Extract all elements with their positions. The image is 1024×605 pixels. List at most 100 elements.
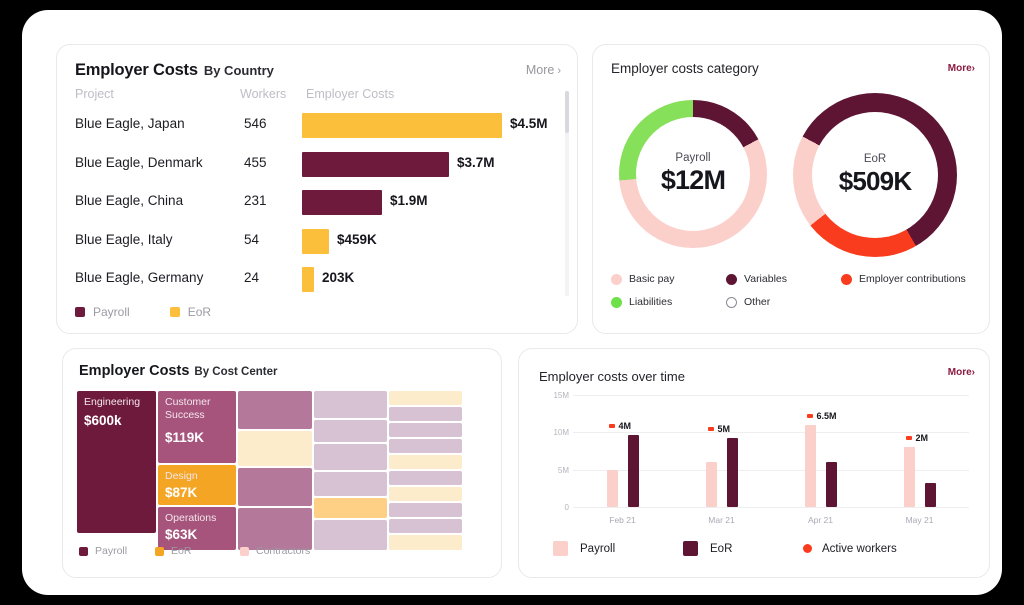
legend-item: EoR [155,545,240,557]
legend-swatch [79,546,88,556]
row-amount: $3.7M [457,154,495,170]
bar-payroll[interactable] [606,469,618,507]
card-subtitle: By Country [203,63,274,78]
treemap-tile[interactable] [389,455,462,469]
table-row[interactable]: Blue Eagle, Germany 24 203K [57,261,577,299]
legend-label: Employer contributions [859,273,966,285]
treemap-tile[interactable] [389,423,462,437]
tile-value: $63K [165,527,198,542]
tile-name: Customer Success [165,396,211,421]
bar-eor[interactable] [924,483,936,507]
donut-value: $12M [660,165,726,195]
active-workers-marker-icon [608,423,615,428]
legend-dot [726,296,737,308]
treemap-tile[interactable] [389,535,462,550]
treemap-tile[interactable] [314,420,387,442]
data-annotation: 6.5M [806,411,837,421]
data-label: 4M [618,420,632,431]
legend-category: Basic pay Variables Employer contributio… [611,273,976,319]
page-title: Employer Costs [75,61,198,79]
active-workers-marker-icon [905,436,912,441]
table-row[interactable]: Blue Eagle, Denmark 455 $3.7M [57,146,577,184]
table-row[interactable]: Blue Eagle, China 231 $1.9M [57,184,577,222]
treemap-tile[interactable] [238,391,312,429]
treemap-chart: Engineering $600k Customer Success $119K… [77,391,489,550]
treemap-tile[interactable] [389,471,462,485]
treemap-tile[interactable] [389,503,462,517]
legend-item: Payroll [75,305,130,319]
row-project: Blue Eagle, Germany [75,270,204,285]
data-annotation: 2M [905,433,928,443]
legend-label: Payroll [580,542,616,555]
legend-item: Contractors [240,545,310,557]
row-workers: 24 [244,270,260,285]
bar-payroll[interactable] [804,424,816,507]
legend-row: Liabilities Other [611,296,976,308]
card-subtitle: By Cost Center [194,366,278,378]
treemap-tile[interactable] [238,431,312,466]
employer-costs-cost-center-card: Employer Costs By Cost Center Engineerin… [62,348,502,578]
table-row[interactable]: Blue Eagle, Japan 546 $4.5M [57,107,577,145]
row-project: Blue Eagle, Denmark [75,154,203,170]
active-workers-marker-icon [806,413,813,418]
treemap-tile[interactable] [238,468,312,506]
column-header-costs: Employer Costs [306,87,395,101]
dashboard-canvas: Employer Costs By Country More › Project … [22,10,1002,595]
treemap-tile[interactable] [389,519,462,533]
legend-dot [611,273,622,285]
treemap-tile[interactable] [389,391,462,405]
row-bar [302,113,502,138]
legend-label: EoR [710,542,733,555]
gridline [573,395,969,396]
treemap-tile[interactable] [389,487,462,501]
legend-swatch [75,307,85,317]
more-link-time[interactable]: More› [948,367,975,378]
treemap-tile[interactable] [314,444,387,470]
row-bar [302,267,314,292]
bar-payroll[interactable] [705,462,717,507]
treemap-tile[interactable] [389,407,462,421]
treemap-tile[interactable] [314,520,387,550]
more-link-category[interactable]: More› [948,63,975,74]
legend-swatch [553,541,568,556]
table-row[interactable]: Blue Eagle, Italy 54 $459K [57,223,577,261]
bar-payroll[interactable] [903,447,915,507]
tile-value: $87K [165,485,198,500]
treemap-tile-design[interactable]: Design $87K [158,465,236,505]
treemap-tile[interactable] [314,472,387,496]
y-axis-tick: 5M [557,465,569,475]
legend-swatch [155,546,164,556]
legend-label: Liabilities [629,296,673,308]
bar-eor[interactable] [627,434,639,507]
payroll-donut-chart: Payroll $12M [619,100,767,248]
donut-value: $509K [838,166,912,196]
row-amount: $1.9M [390,193,428,208]
treemap-tile[interactable] [389,439,462,453]
row-workers: 231 [244,193,267,208]
row-project: Blue Eagle, China [75,193,184,208]
legend-label: Active workers [822,542,897,555]
x-axis-tick: Mar 21 [708,515,735,525]
column-header-project: Project [75,87,114,101]
data-label: 5M [717,423,731,434]
y-axis-tick: 0 [564,503,569,512]
treemap-tile[interactable] [314,498,387,518]
legend-dot [726,273,737,285]
treemap-tile-operations[interactable]: Operations $63K [158,507,236,550]
row-project: Blue Eagle, Italy [75,231,173,247]
bar-eor[interactable] [726,437,738,507]
legend-swatch [240,546,249,556]
legend-swatch [169,307,180,317]
legend-label: Variables [744,273,787,285]
more-link-country[interactable]: More › [526,63,561,77]
eor-donut-chart: EoR $509K [793,93,957,257]
employer-costs-over-time-card: Employer costs over time More› 0 5M 10M 15M… [518,348,990,578]
treemap-tile[interactable] [314,391,387,418]
legend-row: Basic pay Variables Employer contributio… [611,273,976,285]
bar-eor[interactable] [825,462,837,507]
treemap-tile-engineering[interactable]: Engineering $600k [77,391,156,533]
treemap-tile[interactable] [238,508,312,550]
tile-value: $119K [165,430,205,445]
treemap-tile-customer-success[interactable]: Customer Success $119K [158,391,236,463]
legend-treemap: Payroll EoR Contractors [79,545,310,557]
